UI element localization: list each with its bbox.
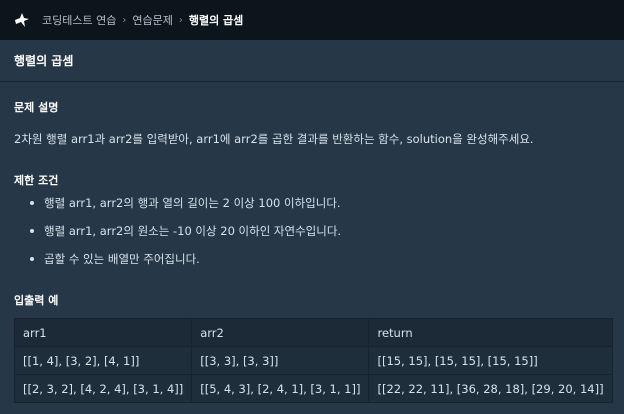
constraints-list: 행렬 arr1, arr2의 행과 열의 길이는 2 이상 100 이하입니다.… (30, 195, 341, 279)
problem-description-panel: 문제 설명 2차원 행렬 arr1과 arr2를 입력받아, arr1에 arr… (0, 83, 624, 414)
table-cell: [[3, 3], [3, 3]] (191, 346, 370, 375)
table-cell: [[15, 15], [15, 15], [15, 15]] (368, 346, 613, 375)
column-header-return: return (368, 318, 613, 347)
table-header-row: arr1 arr2 return (13, 318, 613, 347)
table-cell: [[2, 3, 2], [4, 2, 4], [3, 1, 4]] (13, 374, 193, 403)
constraints-heading: 제한 조건 (14, 174, 59, 187)
problem-title-bar: 행렬의 곱셈 (0, 40, 624, 82)
table-cell: [[1, 4], [3, 2], [4, 1]] (13, 346, 193, 375)
top-navigation-bar: 코딩테스트 연습 › 연습문제 › 행렬의 곱셈 (0, 0, 624, 40)
examples-heading: 입출력 예 (14, 294, 59, 307)
breadcrumb-current: 행렬의 곱셈 (188, 14, 244, 27)
description-text: 2차원 행렬 arr1과 arr2를 입력받아, arr1에 arr2를 곱한 … (14, 132, 534, 146)
chevron-right-icon: › (178, 14, 183, 26)
list-item: 곱할 수 있는 배열만 주어집니다. (30, 251, 341, 279)
breadcrumb: 코딩테스트 연습 › 연습문제 › 행렬의 곱셈 (42, 0, 243, 40)
description-heading: 문제 설명 (14, 101, 59, 114)
column-header-arr2: arr2 (191, 318, 370, 347)
list-item: 행렬 arr1, arr2의 원소는 -10 이상 20 이하인 자연수입니다. (30, 223, 341, 251)
examples-table: arr1 arr2 return [[1, 4], [3, 2], [4, 1]… (13, 318, 613, 403)
chevron-right-icon: › (122, 14, 127, 26)
list-item: 행렬 arr1, arr2의 행과 열의 길이는 2 이상 100 이하입니다. (30, 195, 341, 223)
breadcrumb-coding-test[interactable]: 코딩테스트 연습 (42, 12, 116, 28)
programmers-logo-icon[interactable] (13, 11, 31, 29)
table-row: [[2, 3, 2], [4, 2, 4], [3, 1, 4]] [[5, 4… (13, 374, 613, 403)
breadcrumb-practice[interactable]: 연습문제 (132, 12, 172, 28)
table-row: [[1, 4], [3, 2], [4, 1]] [[3, 3], [3, 3]… (13, 346, 613, 375)
table-cell: [[5, 4, 3], [2, 4, 1], [3, 1, 1]] (191, 374, 370, 403)
table-cell: [[22, 22, 11], [36, 28, 18], [29, 20, 14… (368, 374, 613, 403)
column-header-arr1: arr1 (13, 318, 193, 347)
problem-title: 행렬의 곱셈 (14, 54, 74, 68)
